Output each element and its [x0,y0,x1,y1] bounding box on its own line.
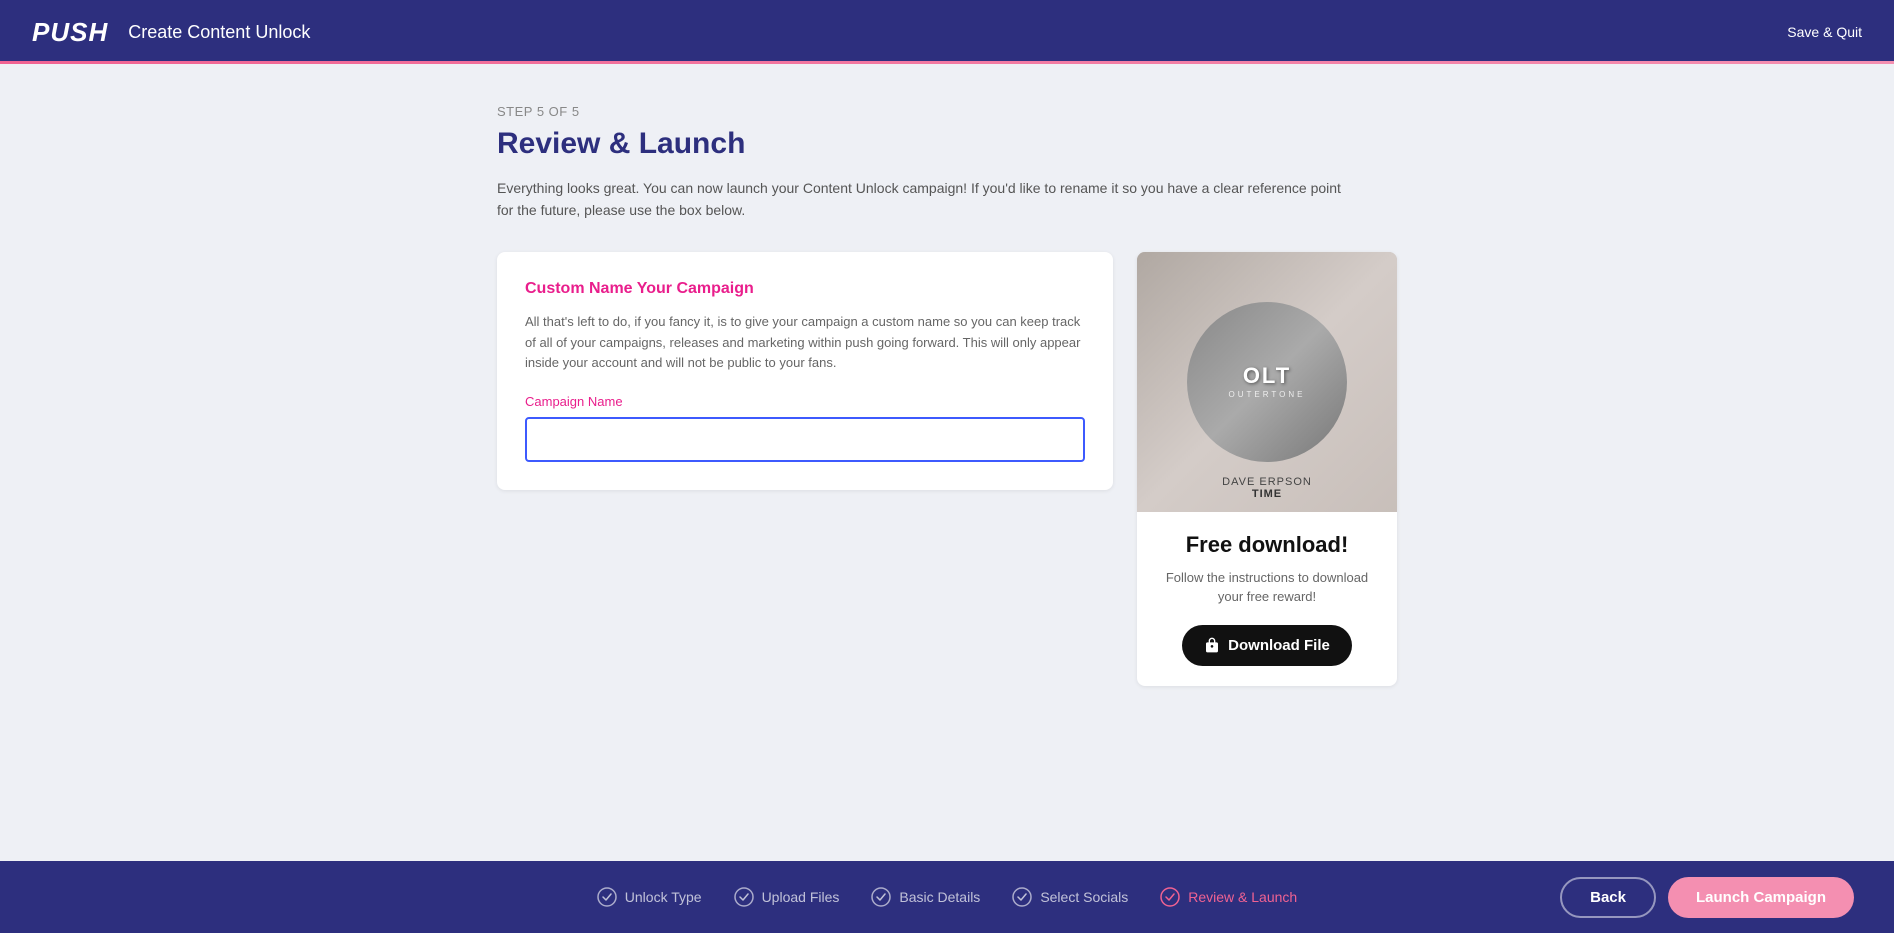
main-content: STEP 5 OF 5 Review & Launch Everything l… [0,64,1894,933]
campaign-name-label: Campaign Name [525,394,1085,409]
album-art: OLT OUTERTONE DAVE ERPSON TIME [1137,252,1397,512]
lock-icon [1204,637,1220,653]
footer-step-unlock-type-label: Unlock Type [625,889,702,905]
page-description: Everything looks great. You can now laun… [497,177,1357,222]
preview-body: Free download! Follow the instructions t… [1137,512,1397,686]
footer-step-basic-details[interactable]: Basic Details [871,887,980,907]
footer-step-unlock-type[interactable]: Unlock Type [597,887,702,907]
check-circle-icon-upload-files [734,887,754,907]
free-download-description: Follow the instructions to download your… [1153,568,1381,607]
panel-description: All that's left to do, if you fancy it, … [525,312,1085,374]
footer-step-basic-details-label: Basic Details [899,889,980,905]
album-circle: OLT OUTERTONE [1187,302,1347,462]
album-logo: OLT [1243,364,1291,388]
step-label: STEP 5 OF 5 [497,104,1397,119]
step-check-select-socials [1012,887,1032,907]
download-file-button[interactable]: Download File [1182,625,1352,666]
check-circle-icon-select-socials [1012,887,1032,907]
free-download-title: Free download! [1153,532,1381,558]
footer-step-select-socials-label: Select Socials [1040,889,1128,905]
step-check-basic-details [871,887,891,907]
download-file-label: Download File [1228,637,1330,654]
save-quit-button[interactable]: Save & Quit [1787,24,1862,40]
footer-step-upload-files[interactable]: Upload Files [734,887,840,907]
footer-step-review-launch-label: Review & Launch [1188,889,1297,905]
content-wrapper: STEP 5 OF 5 Review & Launch Everything l… [497,104,1397,813]
step-check-unlock-type [597,887,617,907]
step-check-review-launch [1160,887,1180,907]
header-title: Create Content Unlock [128,22,310,43]
footer-actions: Back Launch Campaign [1560,877,1854,918]
check-circle-icon-unlock-type [597,887,617,907]
album-logo-subtitle: OUTERTONE [1229,390,1306,399]
campaign-name-input[interactable] [525,417,1085,462]
back-button[interactable]: Back [1560,877,1656,918]
logo: PUSH [32,17,108,48]
custom-name-panel: Custom Name Your Campaign All that's lef… [497,252,1113,490]
check-circle-icon-review-launch [1160,887,1180,907]
preview-panel: OLT OUTERTONE DAVE ERPSON TIME Free down… [1137,252,1397,686]
footer-step-select-socials[interactable]: Select Socials [1012,887,1128,907]
header: PUSH Create Content Unlock Save & Quit [0,0,1894,64]
page-title: Review & Launch [497,127,1397,161]
footer: Unlock Type Upload Files Basic Details [0,861,1894,933]
step-check-upload-files [734,887,754,907]
panel-title: Custom Name Your Campaign [525,280,1085,298]
footer-step-upload-files-label: Upload Files [762,889,840,905]
footer-step-review-launch[interactable]: Review & Launch [1160,887,1297,907]
launch-campaign-button[interactable]: Launch Campaign [1668,877,1854,918]
album-artist: DAVE ERPSON [1137,476,1397,488]
header-left: PUSH Create Content Unlock [32,17,310,48]
check-circle-icon-basic-details [871,887,891,907]
album-track: TIME [1137,488,1397,500]
two-column-layout: Custom Name Your Campaign All that's lef… [497,252,1397,686]
album-info: DAVE ERPSON TIME [1137,476,1397,500]
